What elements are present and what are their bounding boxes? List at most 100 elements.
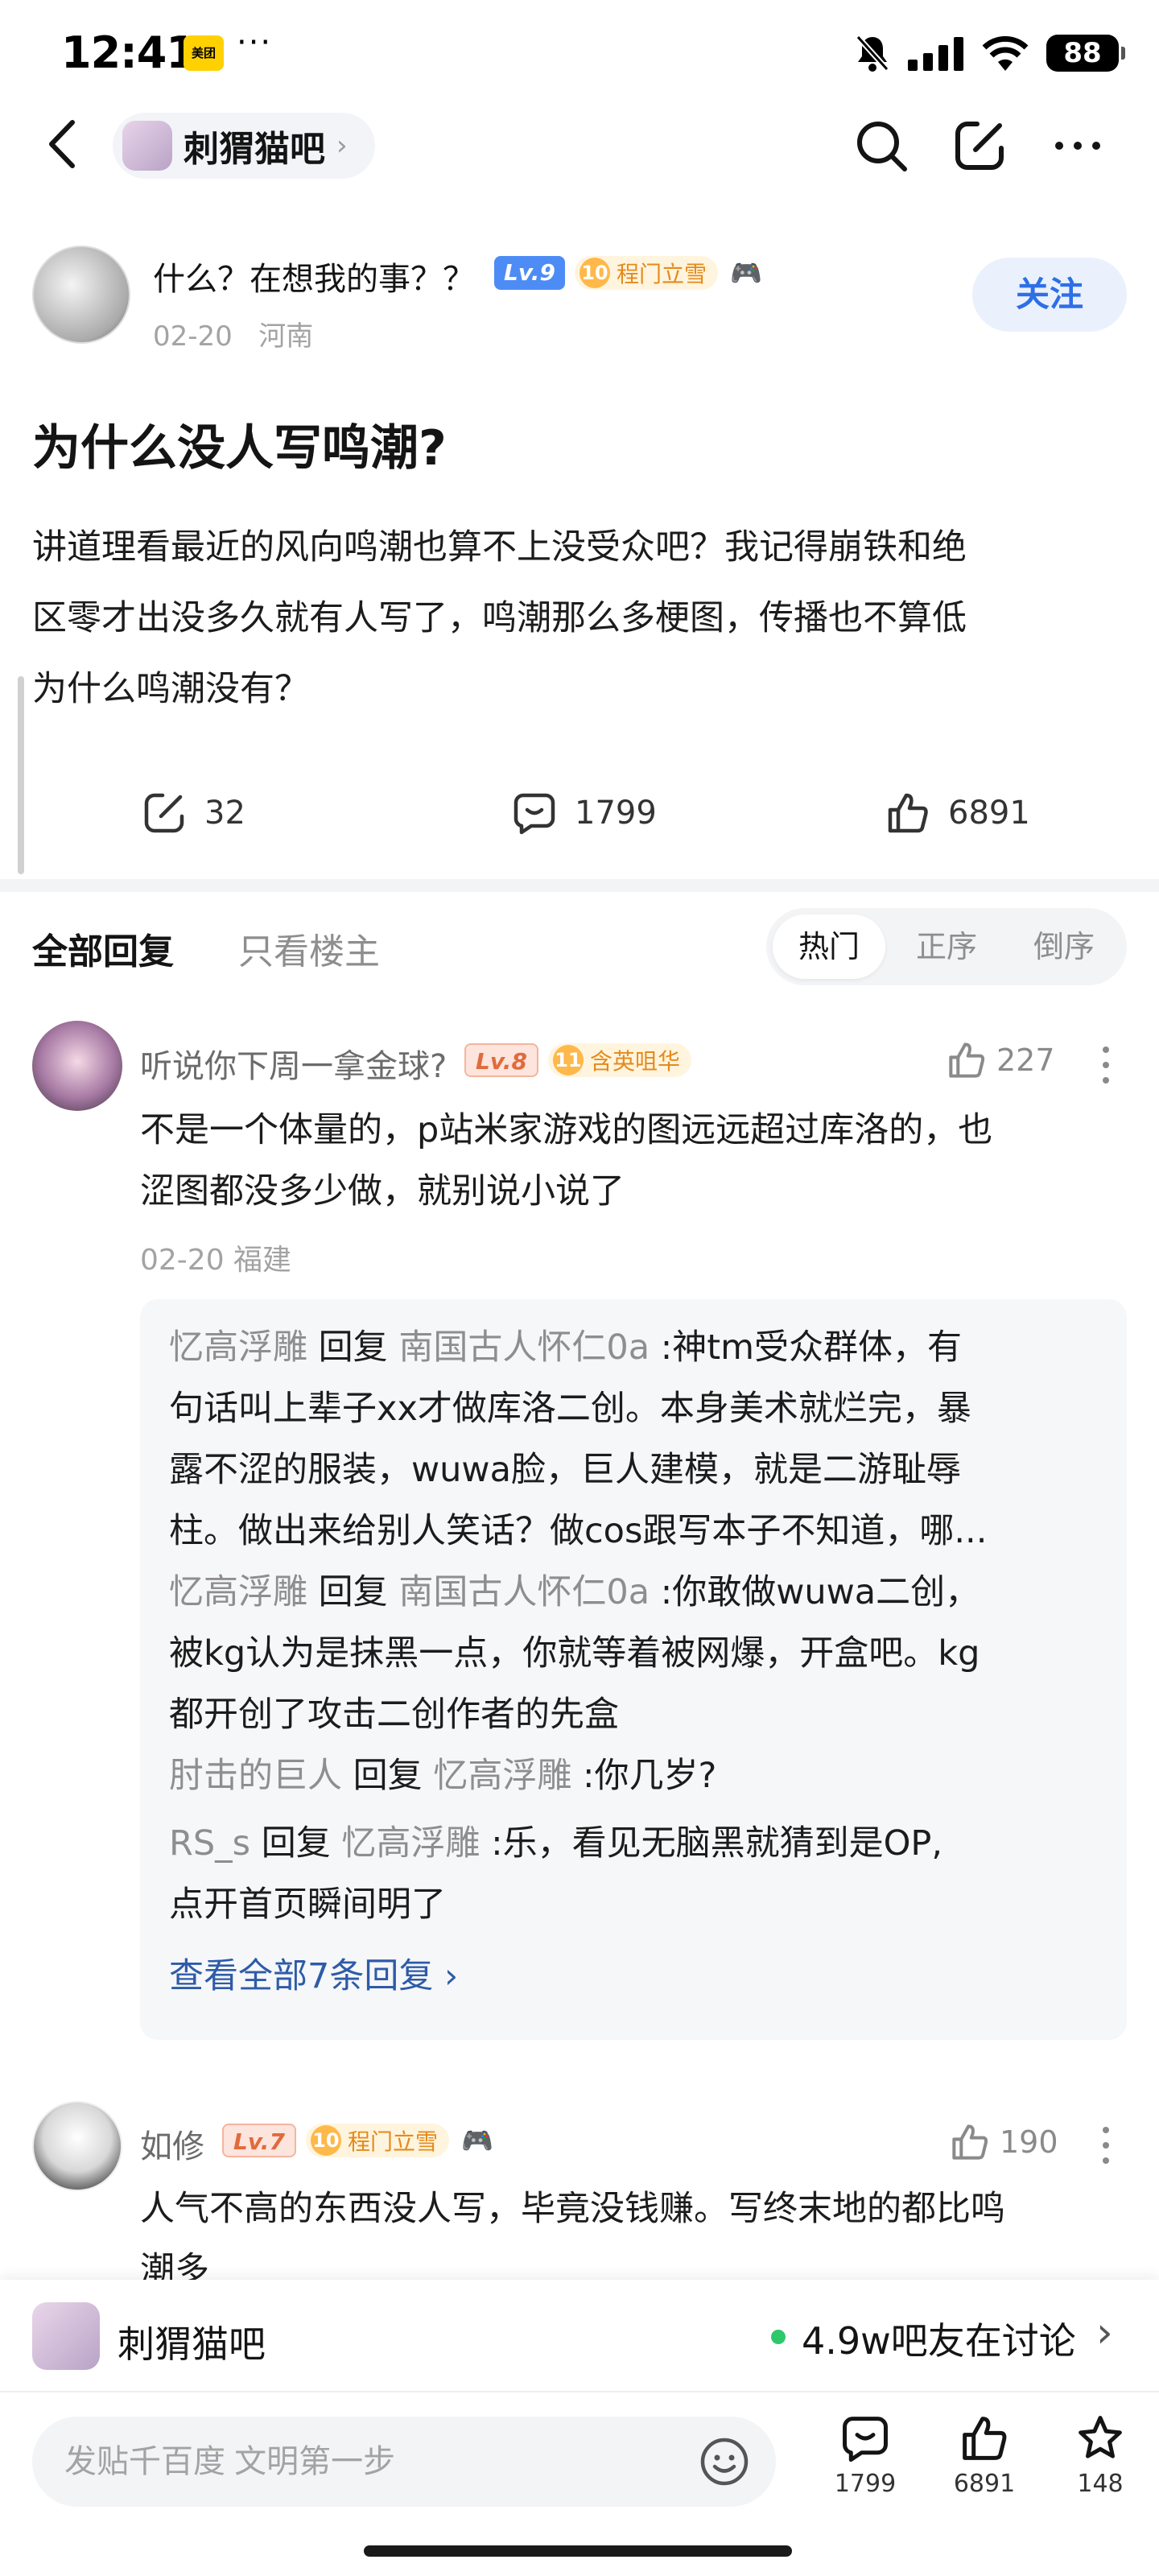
post-body-line: 为什么鸣潮没有？ [32, 669, 309, 709]
comment-icon [514, 793, 555, 835]
sub-reply-text: 句话叫上辈子xx才做库洛二创。本身美术就烂完，暴 [169, 1389, 971, 1429]
thumbs-up-icon [963, 2417, 1007, 2460]
like-button[interactable]: 6891 [885, 781, 1030, 845]
sub-reply-from[interactable]: RS_s [169, 1823, 250, 1864]
follow-button[interactable]: 关注 [972, 258, 1127, 332]
honor-level: 10 [310, 2125, 341, 2156]
meituan-app-badge: 美团 [184, 35, 224, 71]
battery-indicator: 88 [1046, 35, 1125, 72]
forum-entry-bar[interactable]: 刺猬猫吧 4.9w吧友在讨论 › [0, 2280, 1159, 2392]
sub-reply[interactable]: 忆高浮雕 回复 南国古人怀仁0a :神tm受众群体，有 句话叫上辈子xx才做库洛… [169, 1317, 987, 1562]
sub-reply-to[interactable]: 忆高浮雕 [341, 1823, 480, 1864]
comment-avatar[interactable] [32, 2101, 122, 2191]
sub-reply-from[interactable]: 忆高浮雕 [169, 1327, 307, 1368]
post-actions: 32 1799 6891 [0, 781, 1159, 845]
mute-bell-icon [856, 35, 889, 72]
top-nav: 刺猬猫吧 › [0, 105, 1159, 185]
comment-like-button[interactable]: 190 [950, 2122, 1058, 2162]
gamepad-icon: 🎮 [730, 258, 762, 288]
comment-button[interactable]: 1799 [512, 781, 657, 845]
search-icon[interactable] [853, 118, 909, 174]
sort-ascending[interactable]: 正序 [890, 914, 1003, 979]
gamepad-icon: 🎮 [461, 2125, 493, 2156]
author-badges: Lv.9 10 程门立雪 🎮 [494, 256, 765, 290]
post-location: 河南 [258, 320, 314, 353]
author-avatar[interactable] [32, 246, 130, 344]
forum-avatar [122, 121, 172, 171]
share-icon [144, 793, 184, 833]
sub-reply[interactable]: 忆高浮雕 回复 南国古人怀仁0a :你敢做wuwa二创， 被kg认为是抹黑一点，… [169, 1562, 980, 1745]
honor-level: 11 [552, 1045, 584, 1075]
sub-reply-text: 露不涩的服装，wuwa脸，巨人建模，就是二游耻辱 [169, 1450, 961, 1490]
more-vertical-icon[interactable] [1096, 2125, 1116, 2165]
sub-reply-verb: 回复 [318, 1327, 388, 1368]
forum-avatar [32, 2302, 100, 2370]
comment-author[interactable]: 如修 [140, 2120, 204, 2167]
honor-title: 程门立雪 [347, 2128, 438, 2155]
signal-icon [908, 37, 963, 71]
reply-input[interactable] [64, 2417, 692, 2507]
post-date: 02-20 [153, 320, 233, 353]
chevron-right-icon: › [1096, 2309, 1113, 2357]
comment-like-button[interactable]: 227 [947, 1040, 1055, 1080]
bottom-like-button[interactable]: 6891 [940, 2413, 1029, 2498]
tab-op-only[interactable]: 只看楼主 [238, 923, 380, 974]
forum-pill[interactable]: 刺猬猫吧 › [113, 113, 375, 179]
level-badge: Lv.8 [464, 1043, 538, 1077]
sub-reply-text: :乐，看见无脑黑就猜到是OP, [491, 1823, 943, 1864]
sort-descending[interactable]: 倒序 [1008, 914, 1120, 979]
sub-reply-verb: 回复 [261, 1823, 331, 1864]
online-dot [771, 2330, 786, 2344]
sub-reply-to[interactable]: 南国古人怀仁0a [398, 1327, 650, 1368]
sub-reply[interactable]: 肘击的巨人 回复 忆高浮雕 :你几岁? [169, 1745, 716, 1806]
sub-replies: 忆高浮雕 回复 南国古人怀仁0a :神tm受众群体，有 句话叫上辈子xx才做库洛… [140, 1299, 1127, 2040]
comment-text-line: 人气不高的东西没人写，毕竟没钱赚。写终末地的都比鸣 [140, 2189, 1005, 2229]
thumbs-up-icon [949, 1042, 985, 1078]
level-badge: Lv.9 [494, 256, 565, 290]
share-count: 32 [204, 795, 245, 832]
sub-reply-from[interactable]: 忆高浮雕 [169, 1572, 307, 1612]
view-all-replies-link[interactable]: 查看全部7条回复 › [169, 1948, 458, 1998]
sort-toggle: 热门 正序 倒序 [766, 908, 1127, 985]
edit-icon[interactable] [951, 118, 1008, 174]
share-button[interactable]: 32 [142, 781, 245, 845]
home-indicator[interactable] [364, 2545, 792, 2557]
honor-level: 10 [579, 258, 610, 288]
sub-reply-text: 柱。做出来给别人笑话？做cos跟写本子不知道，哪... [169, 1511, 988, 1551]
honor-badge: 10 程门立雪 [574, 256, 718, 290]
sort-hot[interactable]: 热门 [773, 914, 885, 979]
comment-like-count: 227 [996, 1042, 1055, 1078]
sub-reply-from[interactable]: 肘击的巨人 [169, 1756, 342, 1796]
comment-like-count: 190 [1000, 2124, 1058, 2160]
author-name[interactable]: 什么？在想我的事？？ [153, 253, 475, 299]
post-title: 为什么没人写鸣潮? [32, 420, 447, 477]
sub-reply-to[interactable]: 忆高浮雕 [433, 1756, 571, 1796]
reply-tabs: 全部回复 只看楼主 热门 正序 倒序 [0, 902, 1159, 990]
comment-author[interactable]: 听说你下周一拿金球? [140, 1040, 447, 1087]
emoji-icon[interactable] [699, 2436, 750, 2487]
comment-meta: 02-20 福建 [140, 1244, 292, 1277]
comment-text-line: 涩图都没多少做，就别说小说了 [140, 1171, 625, 1212]
comment-badges: Lv.7 10 程门立雪 🎮 [222, 2124, 496, 2157]
sub-reply-to[interactable]: 南国古人怀仁0a [398, 1572, 650, 1612]
status-time: 12:41 [61, 27, 196, 78]
sub-reply-verb: 回复 [353, 1756, 423, 1796]
bottom-comment-button[interactable]: 1799 [821, 2413, 909, 2498]
back-icon[interactable] [39, 118, 87, 171]
bottom-favorite-button[interactable]: 148 [1056, 2413, 1145, 2498]
sub-reply[interactable]: RS_s 回复 忆高浮雕 :乐，看见无脑黑就猜到是OP, 点开首页瞬间明了 [169, 1813, 942, 1935]
more-icon[interactable] [1050, 118, 1106, 174]
tab-all-replies[interactable]: 全部回复 [32, 923, 174, 974]
honor-title: 含英咀华 [589, 1048, 680, 1075]
sub-reply-text: 都开创了攻击二创作者的先盒 [169, 1695, 619, 1735]
post-body-line: 讲道理看最近的风向鸣潮也算不上没受众吧？我记得崩铁和绝 [32, 527, 967, 568]
status-bar: 12:41 美团 ··· 88 [0, 0, 1159, 105]
chevron-right-icon: › [336, 130, 348, 162]
comment-text: 不是一个体量的，p站米家游戏的图远远超过库洛的，也 涩图都没多少做，就别说小说了 [140, 1100, 1130, 1222]
sub-reply-text: :你几岁? [583, 1756, 717, 1796]
comment-avatar[interactable] [32, 1021, 122, 1111]
discussing-count: 4.9w吧友在讨论 [802, 2319, 1076, 2363]
comment-text-line: 不是一个体量的，p站米家游戏的图远远超过库洛的，也 [140, 1110, 993, 1150]
more-vertical-icon[interactable] [1096, 1045, 1116, 1085]
honor-title: 程门立雪 [616, 261, 707, 287]
